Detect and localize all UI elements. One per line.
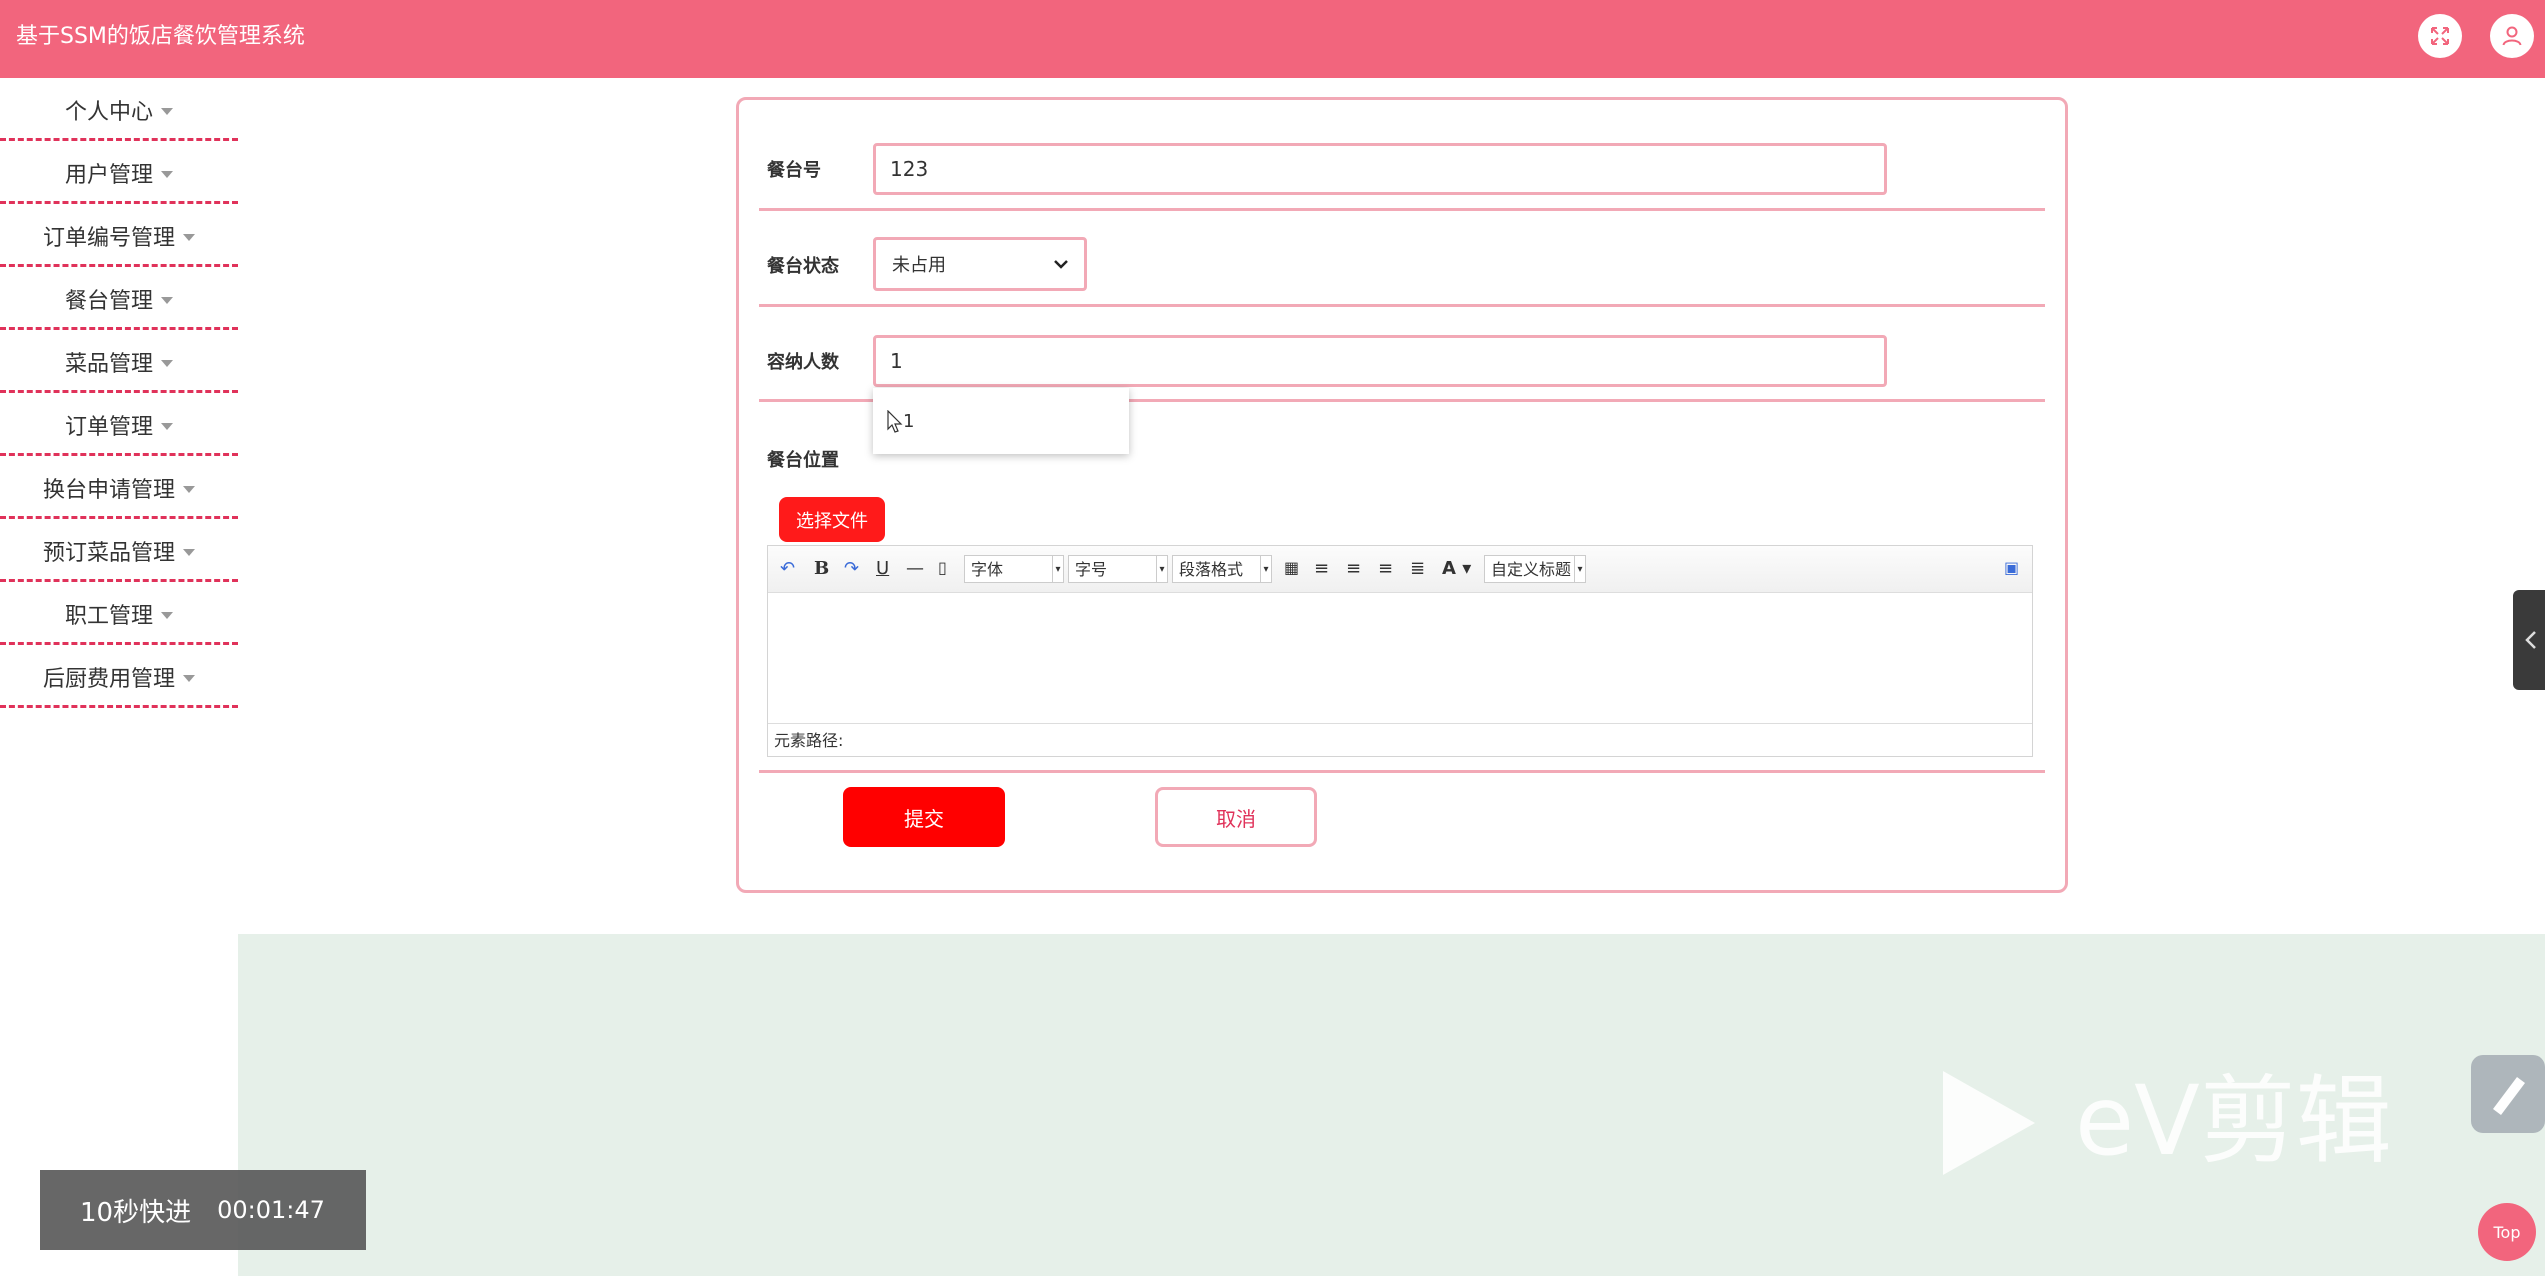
caret-down-icon xyxy=(183,674,195,682)
cancel-button[interactable]: 取消 xyxy=(1155,787,1317,847)
divider xyxy=(759,770,2045,773)
table-no-label: 餐台号 xyxy=(767,160,821,181)
custom-title-value: 自定义标题 xyxy=(1491,560,1572,579)
font-size-select[interactable]: 字号 ▾ xyxy=(1068,555,1168,583)
timestamp: 00:01:47 xyxy=(217,1196,325,1224)
sidebar-item-label: 菜品管理 xyxy=(64,352,153,377)
editor-toolbar: ↶ B ↷ U — ▯ 字体 ▾ 字号 ▾ 段落格式 ▾ ▦ ≡ ≡ ≡ ≣ A ▾ … xyxy=(768,546,2032,593)
caret-down-icon: ▾ xyxy=(1156,556,1167,582)
caret-down-icon xyxy=(183,233,195,241)
sidebar-item-label: 用户管理 xyxy=(64,163,153,188)
editor-content-area[interactable] xyxy=(768,593,2032,723)
caret-down-icon xyxy=(161,359,173,367)
divider xyxy=(759,304,2045,307)
sidebar-item-label: 后厨费用管理 xyxy=(42,667,175,692)
undo-icon[interactable]: ↶ xyxy=(780,558,795,579)
status-label: 餐台状态 xyxy=(767,256,839,277)
side-collapse-tab[interactable] xyxy=(2513,590,2545,690)
font-family-value: 字体 xyxy=(971,560,1004,579)
play-logo-icon xyxy=(1943,1071,2035,1175)
caret-down-icon xyxy=(161,170,173,178)
underline-icon[interactable]: U xyxy=(876,558,889,579)
redo-icon[interactable]: ↷ xyxy=(844,558,859,579)
sidebar-item-staff[interactable]: 职工管理 xyxy=(0,582,238,645)
capacity-label: 容纳人数 xyxy=(767,352,839,373)
choose-file-button[interactable]: 选择文件 xyxy=(779,497,885,542)
cursor-icon xyxy=(887,409,903,433)
table-icon[interactable]: ▦ xyxy=(1284,558,1299,577)
paragraph-format-value: 段落格式 xyxy=(1179,560,1244,579)
user-icon xyxy=(2502,26,2522,46)
preview-icon[interactable]: ▣ xyxy=(2004,558,2019,577)
element-path-bar: 元素路径: xyxy=(768,723,2032,757)
sidebar-item-users[interactable]: 用户管理 xyxy=(0,141,238,204)
watermark-text: eV剪辑 xyxy=(2075,1065,2392,1177)
sidebar-item-order-numbers[interactable]: 订单编号管理 xyxy=(0,204,238,267)
sidebar: 个人中心 用户管理 订单编号管理 餐台管理 菜品管理 订单管理 换台申请管理 预… xyxy=(0,78,238,708)
sidebar-item-table-change[interactable]: 换台申请管理 xyxy=(0,456,238,519)
bold-icon[interactable]: B xyxy=(814,558,829,579)
divider xyxy=(759,208,2045,211)
autocomplete-option[interactable]: 1 xyxy=(887,409,915,434)
caret-down-icon xyxy=(161,422,173,430)
sidebar-item-tables[interactable]: 餐台管理 xyxy=(0,267,238,330)
sidebar-item-label: 个人中心 xyxy=(64,100,153,125)
status-selected-value: 未占用 xyxy=(892,255,946,276)
chevron-left-icon xyxy=(2525,631,2536,649)
sidebar-item-label: 订单管理 xyxy=(64,415,153,440)
caret-down-icon xyxy=(161,107,173,115)
top-header: 基于SSM的饭店餐饮管理系统 xyxy=(0,0,2545,78)
page-icon[interactable]: ▯ xyxy=(938,558,947,577)
caret-down-icon xyxy=(161,296,173,304)
caret-down-icon: ▾ xyxy=(1574,556,1585,582)
sidebar-item-dishes[interactable]: 菜品管理 xyxy=(0,330,238,393)
chevron-down-icon xyxy=(1054,260,1068,269)
caret-down-icon xyxy=(183,548,195,556)
align-right-icon[interactable]: ≡ xyxy=(1346,558,1361,579)
fast-forward-label: 10秒快进 xyxy=(80,1197,192,1228)
paragraph-format-select[interactable]: 段落格式 ▾ xyxy=(1172,555,1272,583)
font-family-select[interactable]: 字体 ▾ xyxy=(964,555,1064,583)
brush-tool-button[interactable] xyxy=(2471,1055,2545,1133)
sidebar-item-label: 预订菜品管理 xyxy=(42,541,175,566)
status-select[interactable]: 未占用 xyxy=(873,237,1087,291)
caret-down-icon xyxy=(183,485,195,493)
sidebar-item-label: 职工管理 xyxy=(64,604,153,629)
rich-text-editor: ↶ B ↷ U — ▯ 字体 ▾ 字号 ▾ 段落格式 ▾ ▦ ≡ ≡ ≡ ≣ A ▾ … xyxy=(767,545,2033,757)
font-color-icon[interactable]: A ▾ xyxy=(1442,558,1471,579)
app-title: 基于SSM的饭店餐饮管理系统 xyxy=(16,24,305,49)
video-overlay: 10秒快进 00:01:47 xyxy=(40,1170,366,1250)
font-color-letter: A xyxy=(1442,558,1456,579)
back-to-top-button[interactable]: Top xyxy=(2478,1203,2536,1261)
caret-down-icon: ▾ xyxy=(1052,556,1063,582)
sidebar-item-orders[interactable]: 订单管理 xyxy=(0,393,238,456)
capacity-input[interactable] xyxy=(873,335,1887,387)
caret-down-icon xyxy=(161,611,173,619)
custom-title-select[interactable]: 自定义标题 ▾ xyxy=(1484,555,1586,583)
align-center-icon[interactable]: ≡ xyxy=(1378,558,1393,579)
table-edit-form: 餐台号 餐台状态 未占用 容纳人数 1 餐台位置 选择文件 ↶ B ↷ U — … xyxy=(736,97,2068,893)
font-size-value: 字号 xyxy=(1075,560,1108,579)
sidebar-item-label: 换台申请管理 xyxy=(42,478,175,503)
horizontal-rule-icon[interactable]: — xyxy=(906,558,924,579)
user-button[interactable] xyxy=(2490,14,2534,58)
sidebar-item-personal-center[interactable]: 个人中心 xyxy=(0,78,238,141)
submit-button[interactable]: 提交 xyxy=(843,787,1005,847)
expand-icon xyxy=(2431,27,2449,45)
sidebar-item-reserved-dishes[interactable]: 预订菜品管理 xyxy=(0,519,238,582)
autocomplete-dropdown: 1 xyxy=(873,388,1129,454)
caret-down-icon: ▾ xyxy=(1260,556,1271,582)
align-left-icon[interactable]: ≡ xyxy=(1314,558,1329,579)
fullscreen-button[interactable] xyxy=(2418,14,2462,58)
align-justify-icon[interactable]: ≣ xyxy=(1410,558,1425,579)
sidebar-item-label: 订单编号管理 xyxy=(42,226,175,251)
autocomplete-option-text: 1 xyxy=(903,411,915,432)
brush-icon xyxy=(2493,1077,2525,1115)
table-no-input[interactable] xyxy=(873,143,1887,195)
sidebar-item-kitchen-costs[interactable]: 后厨费用管理 xyxy=(0,645,238,708)
location-label: 餐台位置 xyxy=(767,450,839,471)
sidebar-item-label: 餐台管理 xyxy=(64,289,153,314)
